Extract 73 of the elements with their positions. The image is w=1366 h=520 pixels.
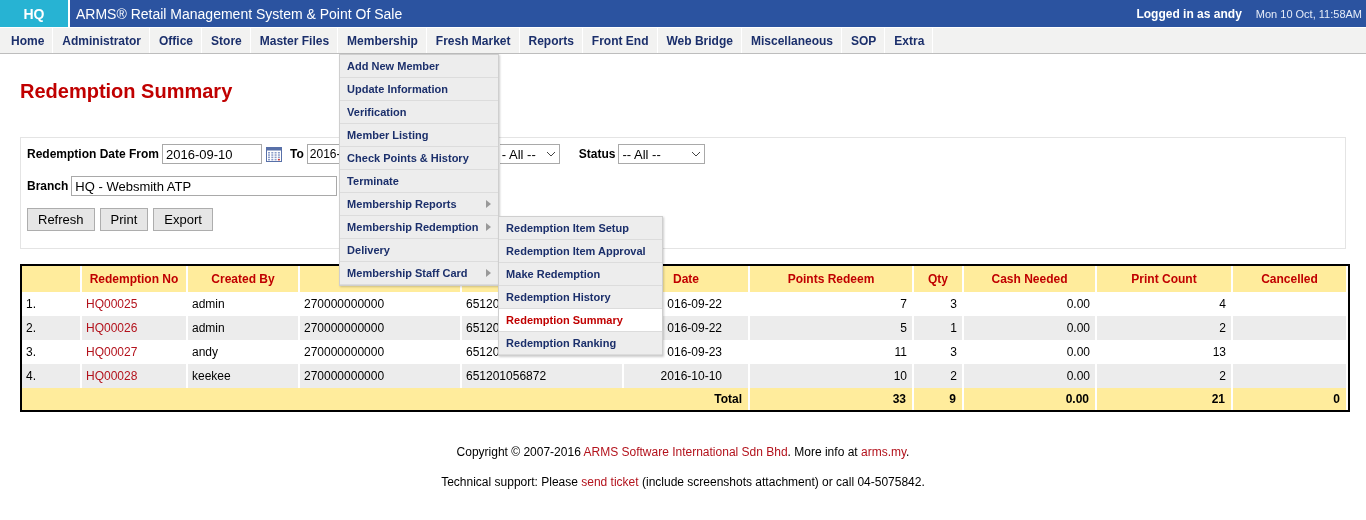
- date-time: Mon 10 Oct, 11:58AM: [1255, 6, 1362, 22]
- table-cell: 4.: [22, 364, 82, 388]
- arrow-icon: [486, 200, 492, 208]
- user-label: Logged in as andy: [1136, 5, 1242, 23]
- date-field[interactable]: 2016-: [306, 144, 339, 164]
- total-label: Total: [22, 388, 750, 410]
- table-cell: 270000000000: [300, 364, 462, 388]
- table-cell: 0.00: [964, 364, 1097, 388]
- column-header: Print Count: [1097, 266, 1233, 292]
- menu-item[interactable]: Membership Redemption: [340, 216, 499, 239]
- column-header: Created By: [188, 266, 300, 292]
- total-cell: 33: [750, 388, 914, 410]
- table-cell: 2: [1097, 316, 1233, 340]
- table-cell: 1: [914, 316, 964, 340]
- select-field[interactable]: -- All --: [618, 144, 706, 164]
- table-cell[interactable]: HQ00028: [82, 364, 188, 388]
- table-cell: 2.: [22, 316, 82, 340]
- table-cell: 651201056872: [462, 364, 624, 388]
- column-header: Points Redeem: [750, 266, 914, 292]
- submenu-item[interactable]: Make Redemption: [499, 263, 663, 286]
- table-cell: keekee: [188, 364, 300, 388]
- total-cell: 9: [914, 388, 964, 410]
- table-cell: 0.00: [964, 316, 1097, 340]
- arrow-icon: [486, 269, 492, 277]
- menu-item[interactable]: Membership Reports: [340, 193, 499, 216]
- submenu-item[interactable]: Redemption History: [499, 286, 663, 309]
- menu-item[interactable]: Check Points & History: [340, 147, 499, 170]
- field-label: Status: [578, 147, 616, 161]
- page-title: Redemption Summary: [20, 80, 233, 104]
- footer-text: Copyright © 2007-2016 ARMS Software International Sdn Bhd. More info at arms.my.: [455, 445, 911, 459]
- menu-item[interactable]: Add New Member: [340, 55, 499, 78]
- select-field[interactable]: - All --: [499, 144, 560, 164]
- arrow-icon: [486, 223, 492, 231]
- total-cell: 0: [1233, 388, 1348, 410]
- table-cell: 5: [750, 316, 914, 340]
- menu-item[interactable]: Member Listing: [340, 124, 499, 147]
- date-field[interactable]: 2016-09-10: [162, 144, 262, 164]
- menu-item[interactable]: Membership Staff Card: [340, 262, 499, 285]
- menu-item[interactable]: Terminate: [340, 170, 499, 193]
- table-cell[interactable]: HQ00026: [82, 316, 188, 340]
- action-button[interactable]: Refresh: [27, 208, 95, 231]
- footer-link[interactable]: ARMS Software International Sdn Bhd: [583, 445, 788, 459]
- table-cell: 2016-10-10: [624, 364, 750, 388]
- chevron-icon: [691, 151, 702, 157]
- menu-item[interactable]: Update Information: [340, 78, 499, 101]
- field-label: To: [290, 147, 304, 161]
- footer-link[interactable]: send ticket: [581, 475, 639, 489]
- column-header: Qty: [914, 266, 964, 292]
- branch-select[interactable]: HQ - Websmith ATP: [71, 176, 338, 196]
- field-label: Redemption Date From: [27, 147, 159, 161]
- menu-item[interactable]: Delivery: [340, 239, 499, 262]
- submenu-item[interactable]: Redemption Item Setup: [499, 217, 663, 240]
- table-cell: 2: [1097, 364, 1233, 388]
- column-header: Cash Needed: [964, 266, 1097, 292]
- calendar-icon[interactable]: [266, 146, 282, 162]
- action-button[interactable]: Export: [153, 208, 213, 231]
- field-label: Branch: [27, 179, 69, 193]
- column-header: Cancelled: [1233, 266, 1348, 292]
- branch-label: HQ: [0, 0, 68, 27]
- footer-text: Technical support: Please send ticket (include screenshots attachment) or call 04-5075842.: [440, 475, 926, 489]
- total-cell: 0.00: [964, 388, 1097, 410]
- table-cell: 10: [750, 364, 914, 388]
- action-button[interactable]: Print: [99, 208, 149, 231]
- submenu-item[interactable]: Redemption Ranking: [499, 332, 663, 355]
- submenu-item[interactable]: Redemption Summary: [499, 309, 663, 332]
- table-cell: 270000000000: [300, 316, 462, 340]
- menu-item[interactable]: Verification: [340, 101, 499, 124]
- chevron-icon: [545, 151, 556, 157]
- table-cell: admin: [188, 316, 300, 340]
- submenu-item[interactable]: Redemption Item Approval: [499, 240, 663, 263]
- column-header: Redemption No: [82, 266, 188, 292]
- table-cell: 2: [914, 364, 964, 388]
- total-cell: 21: [1097, 388, 1233, 410]
